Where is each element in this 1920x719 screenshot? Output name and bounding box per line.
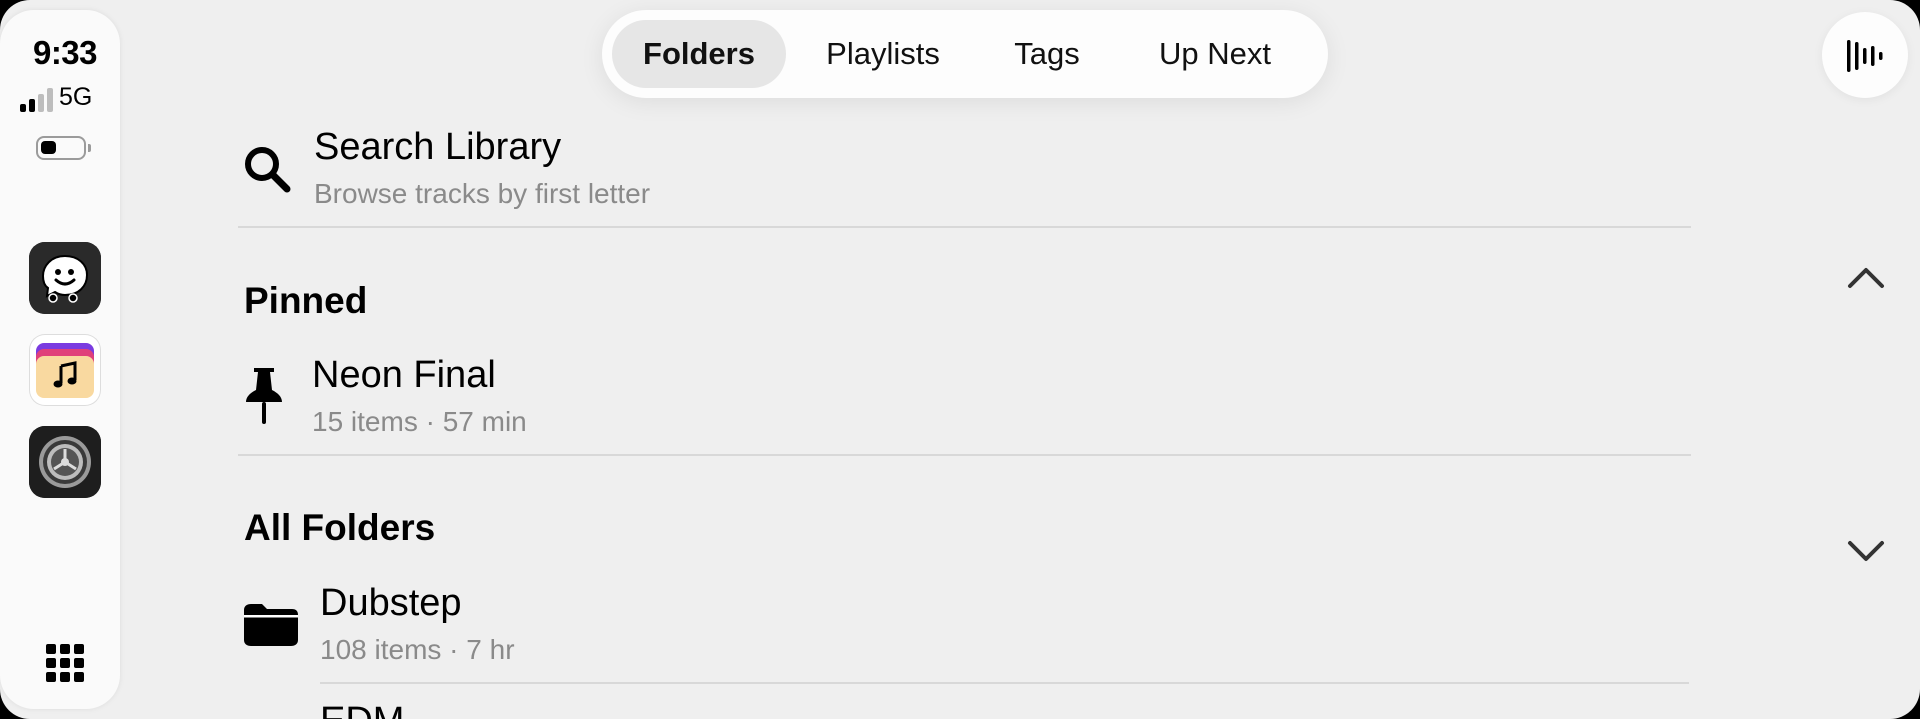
waveform-icon [1847, 40, 1883, 72]
library-tabs: Folders Playlists Tags Up Next [602, 10, 1328, 98]
item-subtitle: 108 items · 7 hr [320, 634, 515, 665]
network-type: 5G [59, 83, 93, 111]
tab-folders[interactable]: Folders [612, 20, 786, 88]
search-icon [245, 147, 291, 193]
search-library-row[interactable]: Search Library Browse tracks by first le… [238, 112, 1693, 230]
status-signal: 5G [20, 82, 92, 112]
waze-app-icon[interactable] [29, 242, 101, 314]
carplay-screen: 9:33 5G Folders Playlists Tags Up Next S… [0, 0, 1920, 719]
tab-up-next[interactable]: Up Next [1130, 20, 1300, 88]
pin-icon [246, 368, 282, 424]
divider [238, 454, 1691, 456]
item-title: EDM [320, 700, 404, 719]
tab-tags[interactable]: Tags [992, 20, 1102, 88]
chevron-down-icon[interactable] [1846, 537, 1886, 567]
chevron-up-icon[interactable] [1846, 262, 1886, 292]
app-grid-icon[interactable] [46, 644, 84, 682]
dock: 9:33 5G [0, 10, 120, 709]
folder-icon [244, 604, 298, 646]
divider [238, 226, 1691, 228]
section-header-pinned: Pinned [244, 280, 368, 321]
divider [320, 682, 1689, 684]
settings-app-icon[interactable] [29, 426, 101, 498]
battery-icon [36, 136, 91, 160]
item-subtitle: 15 items · 57 min [312, 406, 527, 437]
search-library-subtitle: Browse tracks by first letter [314, 178, 651, 209]
list-item[interactable]: Neon Final 15 items · 57 min [238, 340, 1693, 458]
list-item[interactable]: EDM [238, 686, 1693, 719]
music-folder-app-icon[interactable] [29, 334, 101, 406]
item-title: Dubstep [320, 582, 462, 624]
now-playing-button[interactable] [1822, 12, 1908, 98]
cellular-signal-icon [20, 88, 53, 112]
section-header-all-folders: All Folders [244, 507, 436, 548]
item-title: Neon Final [312, 354, 496, 396]
list-item[interactable]: Dubstep 108 items · 7 hr [238, 568, 1693, 686]
tab-playlists[interactable]: Playlists [798, 20, 968, 88]
status-time: 9:33 [32, 34, 98, 71]
search-library-title: Search Library [314, 126, 562, 168]
